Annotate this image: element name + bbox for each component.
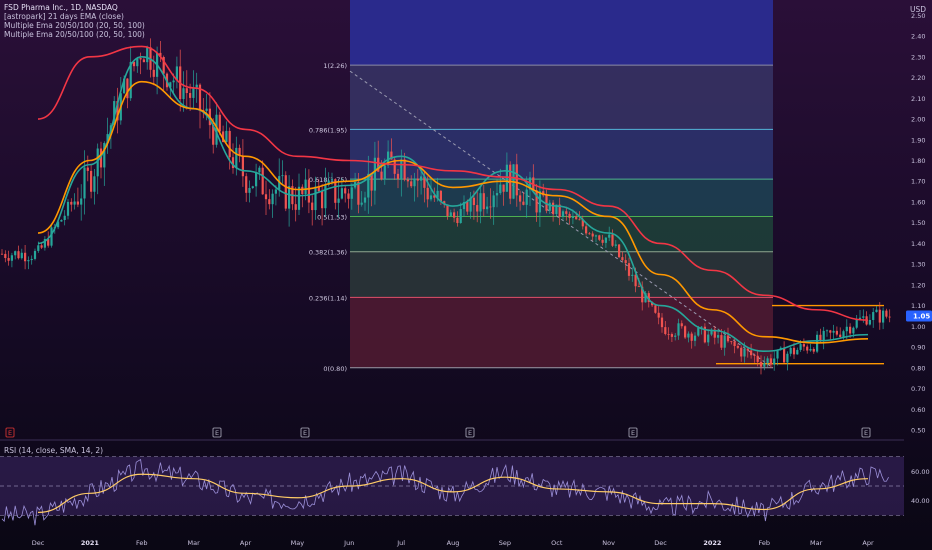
chart-window: 1(2.26) 0.786(1.95) 0.618(1.75) 0.5(1.53) 0.…	[0, 0, 932, 550]
rsi-label[interactable]: RSI (14, close, SMA, 14, 2)	[4, 446, 103, 455]
price-axis-tick: 0.80	[911, 364, 925, 372]
fib-level-label: 0.786(1.95)	[309, 126, 347, 134]
time-axis-label: Dec	[654, 539, 667, 547]
time-axis-label: Mar	[187, 539, 200, 547]
price-axis-tick: 1.90	[911, 136, 925, 144]
price-axis-tick: 1.00	[911, 323, 925, 331]
price-axis-tick: 1.40	[911, 240, 925, 248]
fib-zone	[350, 251, 773, 298]
time-axis-label: Aug	[447, 539, 460, 547]
price-axis-tick: 0.50	[911, 427, 925, 435]
indicator-multi-ema-label-2[interactable]: Multiple Ema 20/50/100 (20, 50, 100)	[4, 30, 145, 39]
rsi-axis-tick: 40.00	[911, 497, 930, 505]
time-axis-label: Apr	[240, 539, 252, 547]
time-axis-label: Nov	[602, 539, 615, 547]
time-axis-label: Feb	[758, 539, 770, 547]
price-axis-tick: 1.20	[911, 281, 925, 289]
price-axis-tick: 1.60	[911, 198, 925, 206]
price-chart[interactable]: 1(2.26)0.786(1.95)0.618(1.75)0.5(1.53)0.…	[0, 0, 932, 550]
time-axis-label: Mar	[810, 539, 823, 547]
price-axis-tick: 2.20	[911, 74, 925, 82]
earnings-marker-label: E	[303, 429, 307, 437]
earnings-marker-label: E	[468, 429, 472, 437]
price-axis-tick: 0.70	[911, 385, 925, 393]
time-axis-label: Jul	[396, 539, 405, 547]
earnings-marker-label: E	[864, 429, 868, 437]
earnings-marker-label: E	[215, 429, 219, 437]
fib-level-label: 0.236(1.14)	[309, 294, 347, 302]
time-axis-label: May	[291, 539, 305, 547]
symbol-title[interactable]: FSD Pharma Inc., 1D, NASDAQ	[4, 3, 145, 12]
current-price-label: 1.05	[913, 313, 930, 321]
rsi-axis-tick: 60.00	[911, 468, 930, 476]
fib-level-label: 0.5(1.53)	[317, 213, 347, 221]
candle	[684, 325, 687, 339]
price-axis-tick: 0.60	[911, 406, 925, 414]
price-axis-tick: 1.30	[911, 261, 925, 269]
candle	[509, 161, 512, 205]
fib-zone-top	[350, 0, 773, 66]
price-axis-tick: 2.10	[911, 95, 925, 103]
time-axis-label: Sep	[499, 539, 511, 547]
price-axis-tick: 2.00	[911, 116, 925, 124]
price-axis-tick: 2.40	[911, 33, 925, 41]
time-axis-label: Apr	[862, 539, 874, 547]
price-axis-tick: 0.90	[911, 344, 925, 352]
fib-zone	[350, 129, 773, 180]
indicator-legend: FSD Pharma Inc., 1D, NASDAQ [astropark] …	[4, 3, 145, 39]
indicator-multi-ema-label-1[interactable]: Multiple Ema 20/50/100 (20, 50, 100)	[4, 21, 145, 30]
time-axis-label: 2021	[81, 539, 100, 547]
time-axis-label: 2022	[703, 539, 721, 547]
price-axis-tick: 1.50	[911, 219, 925, 227]
price-axis-tick: 1.10	[911, 302, 925, 310]
fib-level-label: 0(0.80)	[323, 365, 347, 373]
fib-zone	[350, 216, 773, 252]
candle	[618, 243, 621, 259]
earnings-marker-label: E	[8, 429, 12, 437]
price-axis-tick: 2.30	[911, 53, 925, 61]
indicator-ema21-label[interactable]: [astropark] 21 days EMA (close)	[4, 12, 145, 21]
fib-zone	[350, 297, 773, 368]
fib-level-label: 0.382(1.36)	[309, 249, 347, 257]
time-axis-label: Feb	[136, 539, 148, 547]
price-axis-tick: 1.80	[911, 157, 925, 165]
fib-level-label: 1(2.26)	[323, 62, 347, 70]
currency-label: USD	[910, 5, 927, 14]
fib-zone	[350, 65, 773, 130]
candle	[284, 171, 287, 212]
time-axis-label: Jun	[343, 539, 354, 547]
earnings-marker-label: E	[631, 429, 635, 437]
time-axis-label: Dec	[32, 539, 45, 547]
time-axis-label: Oct	[551, 539, 563, 547]
price-axis-tick: 1.70	[911, 178, 925, 186]
